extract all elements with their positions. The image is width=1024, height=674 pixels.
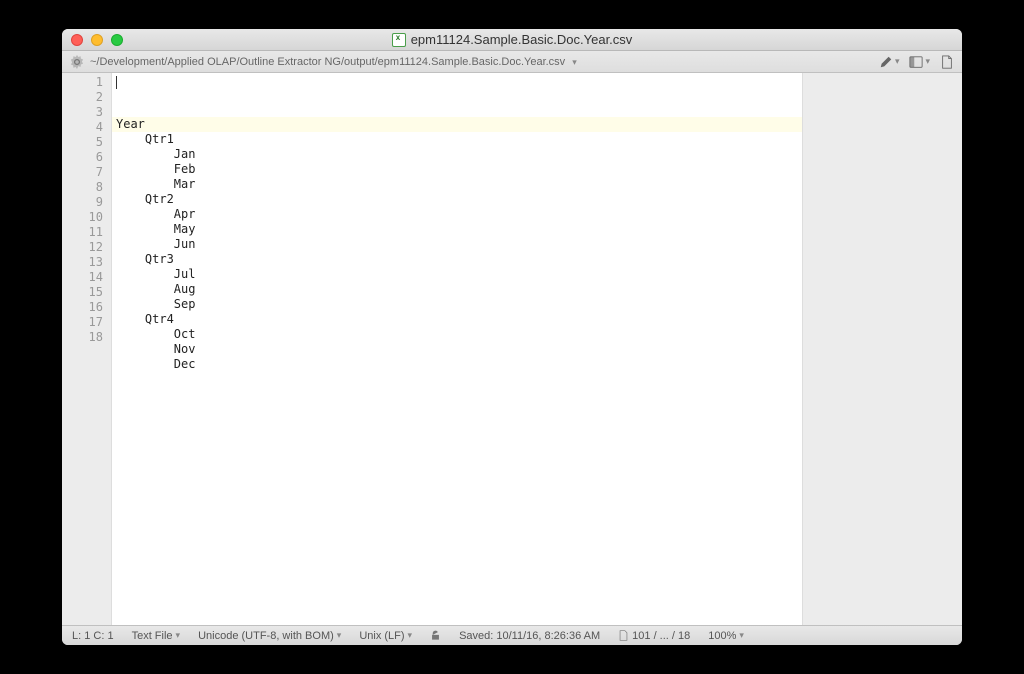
maximize-button[interactable] bbox=[111, 34, 123, 46]
text-line[interactable]: Jan bbox=[112, 147, 802, 162]
file-type-icon bbox=[392, 33, 406, 47]
text-line[interactable]: Jun bbox=[112, 237, 802, 252]
line-number: 9 bbox=[62, 195, 111, 210]
line-ending-label: Unix (LF) bbox=[359, 630, 404, 642]
line-number: 1 bbox=[62, 75, 111, 90]
text-line[interactable]: May bbox=[112, 222, 802, 237]
chevron-down-icon: ▾ bbox=[408, 630, 413, 641]
traffic-lights bbox=[62, 34, 123, 46]
line-number: 5 bbox=[62, 135, 111, 150]
editor-window: epm11124.Sample.Basic.Doc.Year.csv ~/Dev… bbox=[62, 29, 962, 645]
path-dropdown-icon[interactable]: ▾ bbox=[572, 57, 577, 67]
new-document-icon[interactable] bbox=[940, 55, 954, 69]
chevron-down-icon: ▾ bbox=[176, 630, 181, 641]
line-number: 17 bbox=[62, 315, 111, 330]
saved-status: Saved: 10/11/16, 8:26:36 AM bbox=[459, 630, 600, 642]
line-number: 4 bbox=[62, 120, 111, 135]
text-line[interactable]: Qtr4 bbox=[112, 312, 802, 327]
text-line[interactable]: Nov bbox=[112, 342, 802, 357]
text-line[interactable]: Dec bbox=[112, 357, 802, 372]
line-number: 13 bbox=[62, 255, 111, 270]
line-number: 6 bbox=[62, 150, 111, 165]
lock-status[interactable] bbox=[430, 630, 441, 641]
pathbar: ~/Development/Applied OLAP/Outline Extra… bbox=[62, 51, 962, 73]
line-number: 8 bbox=[62, 180, 111, 195]
line-number: 2 bbox=[62, 90, 111, 105]
path-label: ~/Development/Applied OLAP/Outline Extra… bbox=[90, 56, 565, 68]
text-line[interactable]: Qtr3 bbox=[112, 252, 802, 267]
pencil-icon[interactable] bbox=[879, 55, 893, 69]
file-type[interactable]: Text File ▾ bbox=[132, 630, 181, 642]
toolbar-right: ▾ ▾ bbox=[879, 55, 954, 69]
doc-stats[interactable]: 101 / ... / 18 bbox=[618, 630, 690, 642]
minimize-button[interactable] bbox=[91, 34, 103, 46]
right-margin bbox=[802, 73, 962, 625]
editor-area: 123456789101112131415161718 Year Qtr1 Ja… bbox=[62, 73, 962, 625]
line-number-gutter: 123456789101112131415161718 bbox=[62, 73, 112, 625]
sidebar-icon[interactable] bbox=[909, 55, 923, 69]
pencil-dropdown-icon[interactable]: ▾ bbox=[895, 56, 900, 67]
unlock-icon bbox=[430, 630, 441, 641]
cursor-position: L: 1 C: 1 bbox=[72, 630, 114, 642]
text-line[interactable]: Qtr1 bbox=[112, 132, 802, 147]
text-line[interactable]: Jul bbox=[112, 267, 802, 282]
line-ending[interactable]: Unix (LF) ▾ bbox=[359, 630, 412, 642]
document-icon bbox=[618, 630, 629, 641]
text-line[interactable]: Sep bbox=[112, 297, 802, 312]
zoom-level[interactable]: 100% ▾ bbox=[708, 630, 744, 642]
text-line[interactable]: Qtr2 bbox=[112, 192, 802, 207]
text-line[interactable] bbox=[112, 372, 802, 387]
line-number: 7 bbox=[62, 165, 111, 180]
text-line[interactable]: Year bbox=[112, 117, 802, 132]
text-cursor bbox=[116, 76, 117, 89]
line-number: 11 bbox=[62, 225, 111, 240]
line-number: 3 bbox=[62, 105, 111, 120]
text-line[interactable]: Aug bbox=[112, 282, 802, 297]
chevron-down-icon: ▾ bbox=[337, 630, 342, 641]
window-title: epm11124.Sample.Basic.Doc.Year.csv bbox=[62, 32, 962, 47]
titlebar: epm11124.Sample.Basic.Doc.Year.csv bbox=[62, 29, 962, 51]
stats-label: 101 / ... / 18 bbox=[632, 630, 690, 642]
file-path[interactable]: ~/Development/Applied OLAP/Outline Extra… bbox=[90, 56, 879, 68]
line-number: 10 bbox=[62, 210, 111, 225]
file-type-label: Text File bbox=[132, 630, 173, 642]
chevron-down-icon: ▾ bbox=[739, 630, 744, 641]
line-number: 15 bbox=[62, 285, 111, 300]
encoding[interactable]: Unicode (UTF-8, with BOM) ▾ bbox=[198, 630, 341, 642]
text-line[interactable]: Apr bbox=[112, 207, 802, 222]
close-button[interactable] bbox=[71, 34, 83, 46]
encoding-label: Unicode (UTF-8, with BOM) bbox=[198, 630, 334, 642]
gear-icon[interactable] bbox=[70, 55, 84, 69]
line-number: 12 bbox=[62, 240, 111, 255]
text-line[interactable]: Oct bbox=[112, 327, 802, 342]
sidebar-dropdown-icon[interactable]: ▾ bbox=[925, 56, 930, 67]
text-line[interactable]: Mar bbox=[112, 177, 802, 192]
title-text: epm11124.Sample.Basic.Doc.Year.csv bbox=[411, 32, 633, 47]
line-number: 14 bbox=[62, 270, 111, 285]
line-number: 16 bbox=[62, 300, 111, 315]
zoom-label: 100% bbox=[708, 630, 736, 642]
line-number: 18 bbox=[62, 330, 111, 345]
text-line[interactable]: Feb bbox=[112, 162, 802, 177]
statusbar: L: 1 C: 1 Text File ▾ Unicode (UTF-8, wi… bbox=[62, 625, 962, 645]
text-content[interactable]: Year Qtr1 Jan Feb Mar Qtr2 Apr May Jun Q… bbox=[112, 73, 802, 625]
